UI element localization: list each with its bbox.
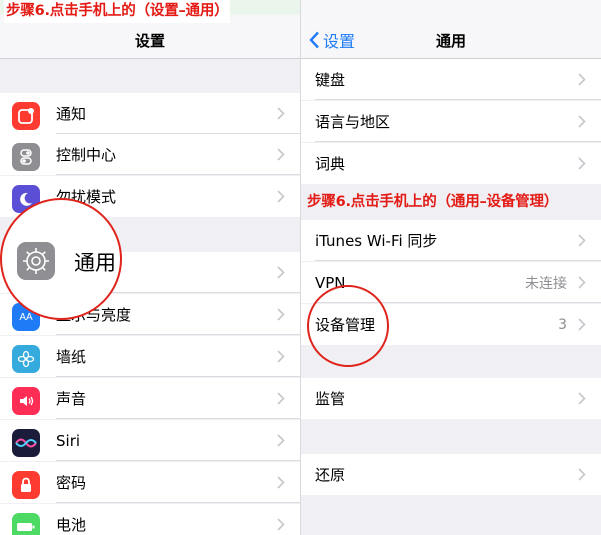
chevron-right-icon <box>578 234 586 247</box>
row-divider <box>315 99 601 100</box>
row-divider <box>315 141 601 142</box>
settings-item-label: 密码 <box>56 474 87 492</box>
step-caption: 步骤6.点击手机上的（通用–设备管理） <box>306 191 560 214</box>
chevron-right-icon <box>578 157 586 170</box>
row-divider <box>56 174 300 175</box>
general-item-label: 词典 <box>315 155 346 173</box>
control-center-icon <box>12 143 40 171</box>
general-item-label: 键盘 <box>315 71 346 89</box>
battery-icon <box>12 513 40 535</box>
settings-item-siri[interactable]: Siri <box>0 420 300 461</box>
page-title: 设置 <box>134 32 165 50</box>
settings-panel: 设置 通知 控制中心 勿扰模式 AA 显示与亮度 墙纸 声音 Siri 密码 电… <box>0 0 300 535</box>
vpn-status-value: 未连接 <box>525 275 567 292</box>
chevron-right-icon <box>277 107 285 120</box>
general-panel: 设置 通用 键盘 语言与地区 词典 iTunes Wi-Fi 同步 VPN 未连… <box>300 0 601 535</box>
general-item-keyboard[interactable]: 键盘 <box>301 59 601 100</box>
row-divider <box>56 376 300 377</box>
settings-item-label: 通知 <box>56 105 87 123</box>
row-divider <box>56 502 300 503</box>
settings-item-label: 墙纸 <box>56 348 87 366</box>
row-divider <box>56 418 300 419</box>
chevron-right-icon <box>578 276 586 289</box>
sound-icon <box>12 387 40 415</box>
settings-item-label: 控制中心 <box>56 146 117 164</box>
settings-item-control-center[interactable]: 控制中心 <box>0 134 300 175</box>
chevron-right-icon <box>277 190 285 203</box>
settings-item-passcode[interactable]: 密码 <box>0 462 300 503</box>
page-title: 通用 <box>435 32 466 50</box>
general-label: 通用 <box>74 251 116 275</box>
chevron-right-icon <box>578 468 586 481</box>
chevron-right-icon <box>277 434 285 447</box>
general-item-label: 监管 <box>315 390 346 408</box>
chevron-right-icon <box>578 318 586 331</box>
row-divider <box>56 460 300 461</box>
chevron-right-icon <box>277 308 285 321</box>
chevron-right-icon <box>578 73 586 86</box>
highlight-magnifier[interactable]: 通用 <box>0 198 122 320</box>
settings-item-wallpaper[interactable]: 墙纸 <box>0 336 300 377</box>
settings-item-label: 声音 <box>56 390 87 408</box>
general-item-label: iTunes Wi-Fi 同步 <box>315 232 438 250</box>
chevron-right-icon <box>277 476 285 489</box>
siri-icon <box>12 429 40 457</box>
settings-item-label: 电池 <box>56 516 87 534</box>
step-caption: 步骤6.点击手机上的（设置–通用） <box>4 0 231 23</box>
general-item-dictionary[interactable]: 词典 <box>301 143 601 184</box>
row-divider <box>56 334 300 335</box>
settings-item-label: Siri <box>56 431 81 450</box>
device-count-value: 3 <box>558 316 567 333</box>
general-item-supervision[interactable]: 监管 <box>301 378 601 419</box>
gear-icon <box>17 242 55 280</box>
chevron-right-icon <box>578 392 586 405</box>
general-item-itunes-wifi-sync[interactable]: iTunes Wi-Fi 同步 <box>301 220 601 261</box>
chevron-right-icon <box>277 518 285 531</box>
notifications-icon <box>12 102 40 130</box>
row-divider <box>315 260 601 261</box>
settings-item-battery[interactable]: 电池 <box>0 504 300 535</box>
chevron-right-icon <box>277 392 285 405</box>
general-item-reset[interactable]: 还原 <box>301 454 601 495</box>
chevron-right-icon <box>578 115 586 128</box>
general-nav-bar: 设置 通用 <box>301 0 601 59</box>
settings-item-sounds[interactable]: 声音 <box>0 378 300 419</box>
general-item-language-region[interactable]: 语言与地区 <box>301 101 601 142</box>
chevron-right-icon <box>277 148 285 161</box>
chevron-right-icon <box>277 350 285 363</box>
general-item-label: 语言与地区 <box>315 113 391 131</box>
highlight-circle <box>307 285 389 367</box>
lock-icon <box>12 471 40 499</box>
wallpaper-icon <box>12 345 40 373</box>
general-item-label: 还原 <box>315 466 346 484</box>
chevron-right-icon <box>277 266 285 279</box>
settings-item-notifications[interactable]: 通知 <box>0 93 300 134</box>
